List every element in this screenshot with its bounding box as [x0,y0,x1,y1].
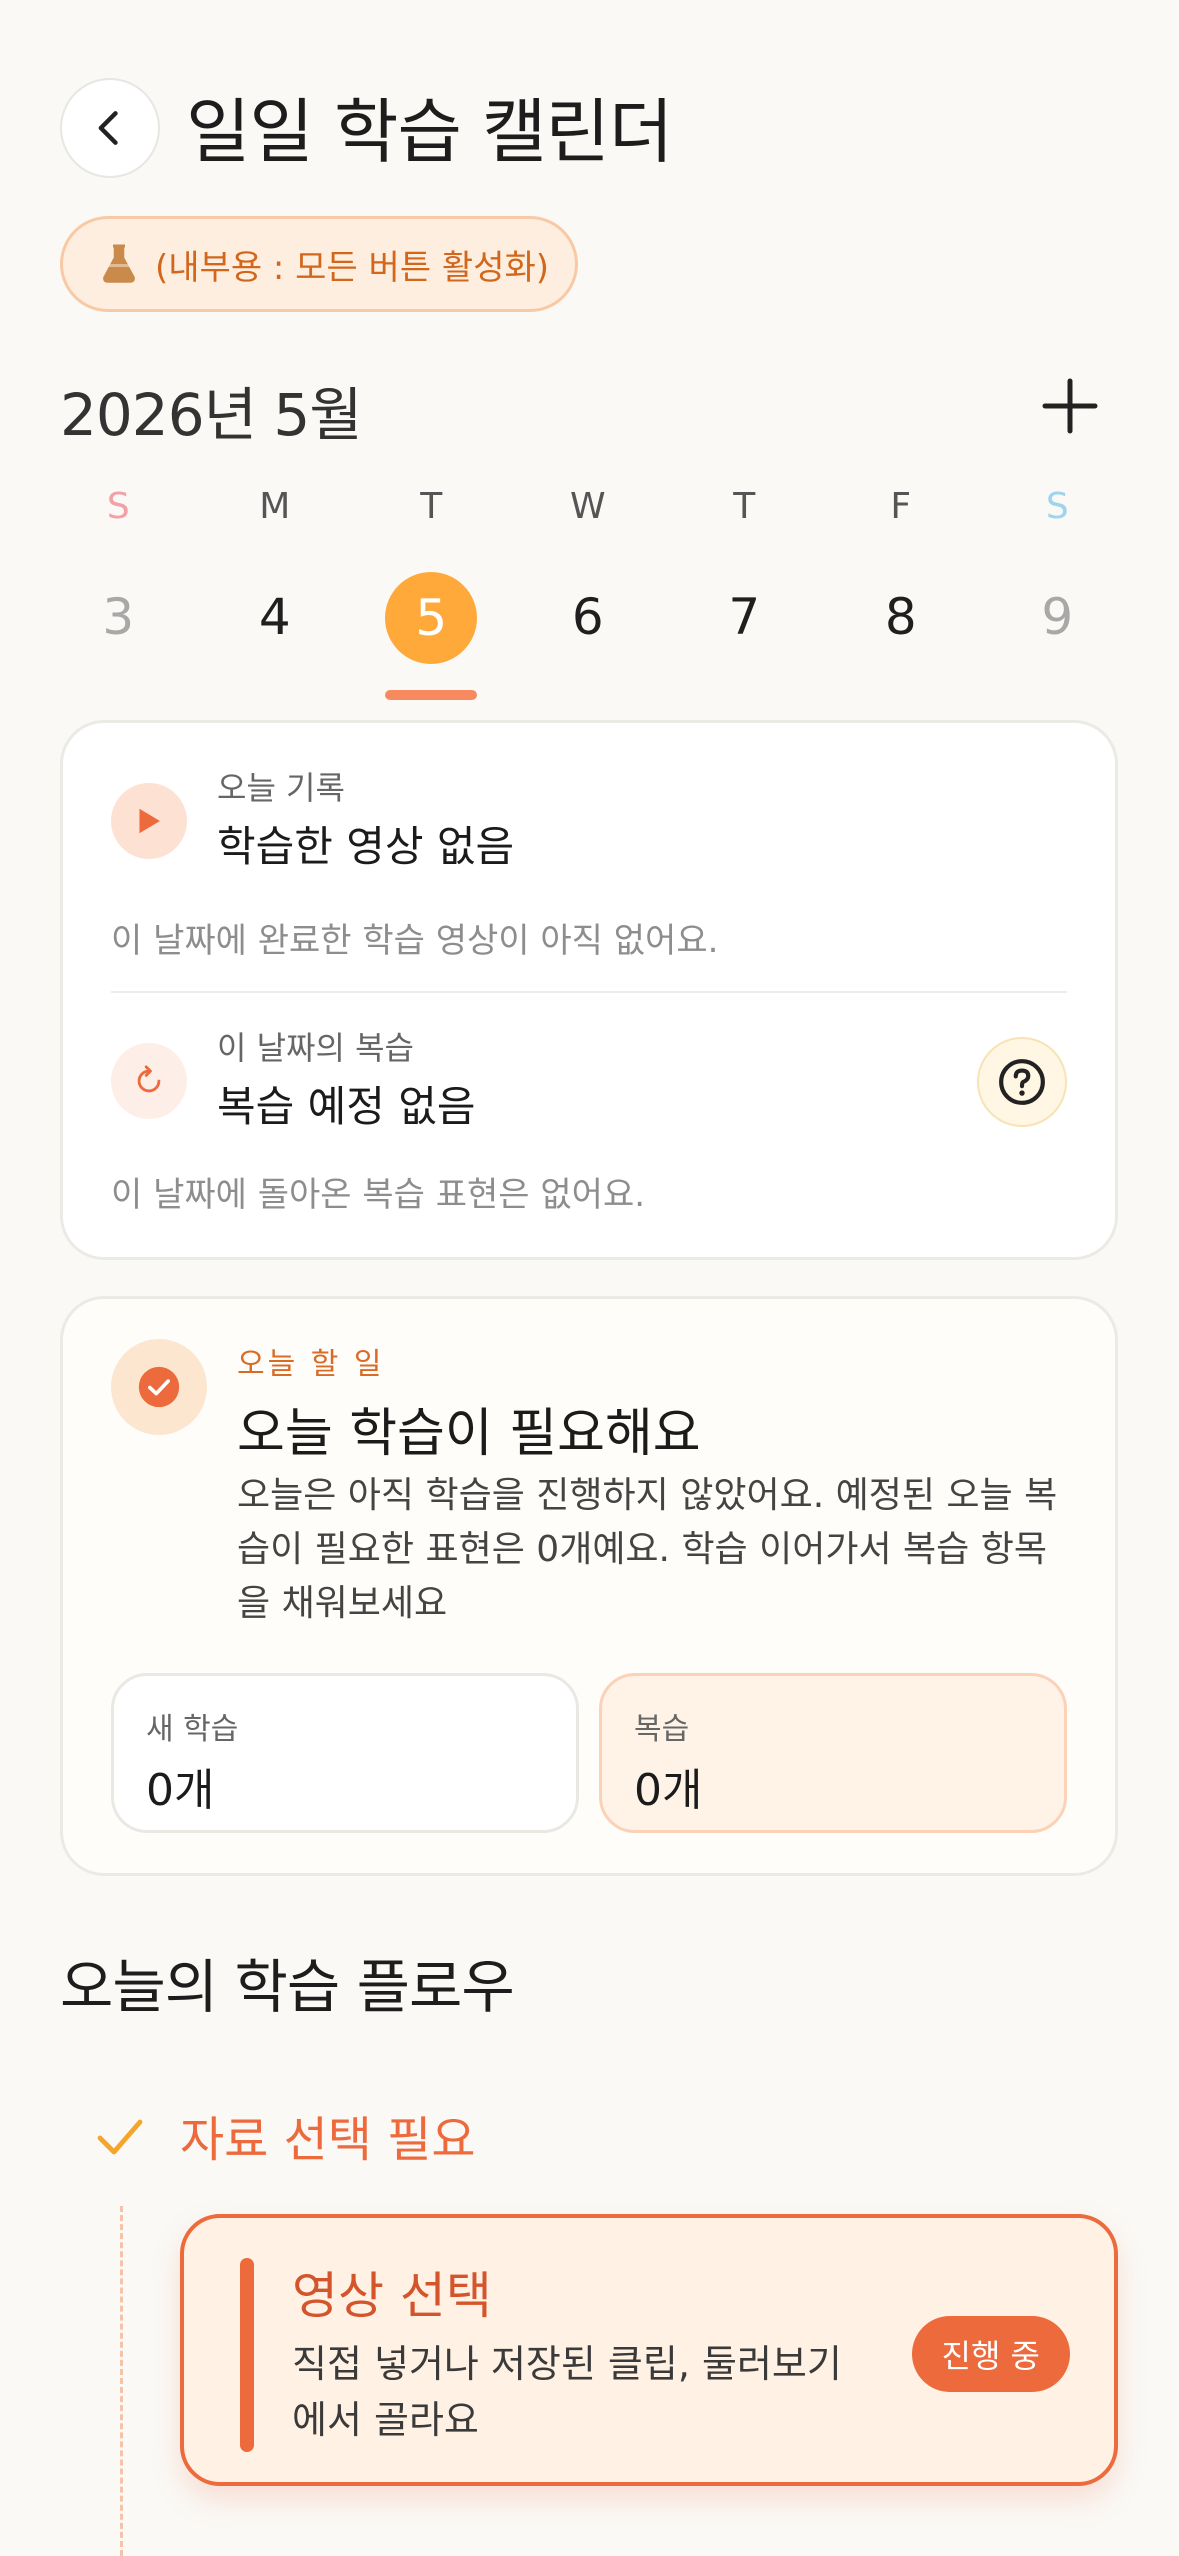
new-study-label: 새 학습 [146,1712,239,1747]
weekday-fri: F [890,486,912,527]
new-study-stat[interactable]: 새 학습 0개 [111,1673,579,1833]
today-record-card: 오늘 기록 학습한 영상 없음 이 날짜에 완료한 학습 영상이 아직 없어요.… [60,720,1118,1260]
status-badge: 진행 중 [911,2316,1070,2392]
selected-indicator [385,690,478,700]
review-stat[interactable]: 복습 0개 [599,1673,1067,1833]
flask-icon [103,244,135,283]
weekday-sun: S [106,486,130,527]
refresh-icon [137,1065,161,1093]
weekday-tue: T [420,486,443,527]
day-cell[interactable]: 6 [510,572,667,662]
help-button[interactable] [977,1037,1067,1127]
flow-step-check [94,2114,146,2162]
flow-connector-line [120,2206,123,2556]
month-label: 2026년 5월 [60,381,363,449]
record-title: 학습한 영상 없음 [217,822,515,871]
check-circle-icon [138,1366,180,1408]
daily-study-calendar-screen: 일일 학습 캘린더 (내부용 : 모든 버튼 활성화) 2026년 5월 S M… [0,0,1179,2556]
flow-card-desc: 직접 넣거나 저장된 클립, 둘러보기에서 골라요 [292,2342,842,2442]
flow-section-title: 오늘의 학습 플로우 [60,1953,515,2021]
record-desc: 이 날짜에 완료한 학습 영상이 아직 없어요. [111,921,719,961]
review-stat-label: 복습 [634,1712,690,1747]
page-title: 일일 학습 캘린더 [186,91,673,173]
flow-step-title: 자료 선택 필요 [180,2112,476,2168]
review-icon-circle [111,1043,187,1119]
today-todo-card: 오늘 할 일 오늘 학습이 필요해요 오늘은 아직 학습을 진행하지 않았어요.… [60,1296,1118,1876]
record-icon-circle [111,783,187,859]
weekday-thu: T [733,486,756,527]
internal-mode-badge[interactable]: (내부용 : 모든 버튼 활성화) [60,216,578,312]
todo-desc: 오늘은 아직 학습을 진행하지 않았어요. 예정된 오늘 복습이 필요한 표현은… [237,1475,1058,1624]
check-icon [97,2119,143,2155]
day-cell[interactable]: 8 [823,572,980,662]
chevron-left-icon [98,111,118,145]
select-video-card[interactable]: 영상 선택 직접 넣거나 저장된 클립, 둘러보기에서 골라요 진행 중 [180,2214,1118,2486]
weekday-mon: M [259,486,291,527]
weekday-sat: S [1045,486,1069,527]
review-label: 이 날짜의 복습 [217,1029,414,1067]
review-desc: 이 날짜에 돌아온 복습 표현은 없어요. [111,1175,646,1215]
week-strip: S M T W T F S 3 4 5 6 7 8 9 [40,482,1140,700]
divider [111,991,1067,993]
day-cell[interactable]: 7 [666,572,823,662]
review-title: 복습 예정 없음 [217,1082,476,1131]
review-stat-value: 0개 [634,1765,703,1816]
flow-card-accent-bar [240,2258,254,2452]
plus-icon [1042,378,1098,434]
day-cell[interactable]: 4 [197,572,354,662]
flow-card-title: 영상 선택 [292,2267,492,2325]
weekday-wed: W [569,486,606,527]
new-study-value: 0개 [146,1765,215,1816]
day-cell-selected[interactable]: 5 [353,572,510,700]
record-label: 오늘 기록 [217,769,345,807]
back-button[interactable] [60,78,160,178]
day-cell[interactable]: 3 [40,572,197,662]
question-icon [999,1059,1045,1105]
play-icon [139,808,160,834]
day-cell[interactable]: 9 [979,572,1136,662]
todo-title: 오늘 학습이 필요해요 [237,1404,701,1464]
add-button[interactable] [1040,376,1100,436]
todo-label: 오늘 할 일 [237,1347,385,1382]
todo-icon-circle [111,1339,207,1435]
badge-label: (내부용 : 모든 버튼 활성화) [155,247,550,288]
